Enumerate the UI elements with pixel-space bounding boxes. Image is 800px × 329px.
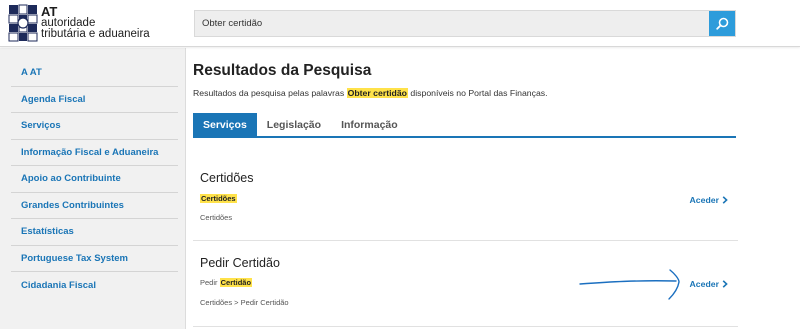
sidebar-item-a-at[interactable]: A AT [11, 60, 178, 87]
search-summary: Resultados da pesquisa pelas palavras Ob… [193, 88, 548, 98]
result-snippet: Certidões [200, 194, 237, 203]
at-logo-mark-icon [8, 4, 38, 42]
result-path: Certidões [200, 213, 233, 222]
aceder-label: Aceder [689, 195, 719, 205]
sidebar-item-servicos[interactable]: Serviços [11, 113, 178, 140]
result-snippet: Pedir Certidão [200, 278, 253, 287]
result-tabs: Serviços Legislação Informação [193, 113, 736, 138]
summary-after: disponíveis no Portal das Finanças. [410, 88, 548, 98]
page-title: Resultados da Pesquisa [193, 62, 372, 79]
aceder-label: Aceder [689, 279, 719, 289]
sidebar-item-apoio-contribuinte[interactable]: Apoio ao Contribuinte [11, 166, 178, 193]
sidebar-item-cidadania-fiscal[interactable]: Cidadania Fiscal [11, 272, 178, 299]
sidebar: A AT Agenda Fiscal Serviços Informação F… [0, 48, 186, 329]
chevron-right-icon [722, 196, 728, 204]
search-button[interactable] [709, 11, 735, 36]
sidebar-item-informacao-fiscal[interactable]: Informação Fiscal e Aduaneira [11, 140, 178, 166]
hand-drawn-arrow-annotation [579, 269, 680, 300]
summary-before: Resultados da pesquisa pelas palavras [193, 88, 345, 98]
sidebar-item-grandes-contribuintes[interactable]: Grandes Contribuintes [11, 193, 178, 219]
result-item: Certidões Certidões Certidões Aceder [193, 155, 738, 241]
search-term-highlight: Obter certidão [346, 88, 408, 98]
search-icon [715, 17, 728, 30]
sidebar-nav: A AT Agenda Fiscal Serviços Informação F… [11, 60, 178, 299]
result-snippet-text: Pedir [200, 278, 218, 287]
sidebar-item-agenda-fiscal[interactable]: Agenda Fiscal [11, 87, 178, 113]
result-path: Certidões > Pedir Certidão [200, 298, 289, 307]
sidebar-item-estatisticas[interactable]: Estatísticas [11, 219, 178, 246]
tab-informacao[interactable]: Informação [331, 113, 408, 136]
at-logo[interactable]: AT autoridade tributária e aduaneira [8, 3, 150, 43]
chevron-right-icon [722, 280, 728, 288]
aceder-link[interactable]: Aceder [690, 195, 728, 205]
result-title[interactable]: Certidões [200, 171, 254, 185]
search-bar [194, 10, 736, 37]
search-input[interactable] [195, 11, 709, 36]
logo-line2: tributária e aduaneira [41, 28, 150, 40]
aceder-link[interactable]: Aceder [690, 279, 728, 289]
result-snippet-highlight: Certidão [219, 278, 253, 287]
result-title[interactable]: Pedir Certidão [200, 256, 280, 270]
sidebar-item-portuguese-tax-system[interactable]: Portuguese Tax System [11, 246, 178, 272]
result-snippet-highlight: Certidões [200, 194, 237, 203]
tab-legislacao[interactable]: Legislação [257, 113, 331, 136]
logo-text: AT autoridade tributária e aduaneira [41, 5, 150, 40]
tab-servicos[interactable]: Serviços [193, 113, 257, 136]
site-header: AT autoridade tributária e aduaneira [0, 0, 800, 47]
